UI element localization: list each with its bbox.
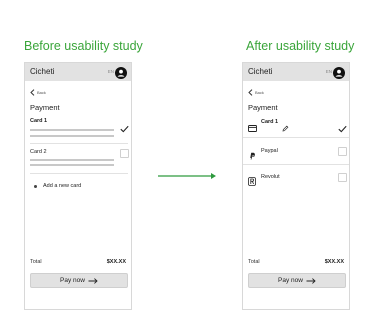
card-1-detail-line: [30, 129, 114, 131]
page-title: Payment: [248, 103, 278, 112]
arrow-right-icon: [88, 277, 98, 284]
revolut-checkbox[interactable]: [338, 173, 347, 182]
account-icon[interactable]: [115, 66, 127, 79]
total-value: $XX.XX: [324, 259, 344, 265]
pay-now-button[interactable]: Pay now: [30, 273, 128, 288]
language-selector[interactable]: EN: [326, 69, 332, 74]
card-1-detail-line: [30, 135, 114, 137]
revolut-icon: [248, 173, 256, 186]
pay-now-button[interactable]: Pay now: [248, 273, 346, 288]
divider: [30, 173, 128, 174]
paypal-checkbox[interactable]: [338, 147, 347, 156]
app-bar: Cicheti EN: [243, 63, 349, 81]
divider: [30, 143, 128, 144]
total-value: $XX.XX: [106, 259, 126, 265]
back-label: Back: [37, 90, 46, 95]
paypal-icon: [248, 147, 256, 160]
back-link[interactable]: Back: [30, 89, 46, 96]
app-title: Cicheti: [248, 67, 273, 76]
chevron-left-icon: [30, 89, 35, 96]
pay-now-label: Pay now: [60, 277, 85, 284]
card-2-detail-line: [30, 164, 114, 166]
before-phone-screen: Cicheti EN Back Payment Card 1 Card 2 Ad…: [24, 62, 132, 310]
transition-arrow-icon: [158, 173, 216, 179]
credit-card-icon: [248, 119, 257, 132]
account-icon[interactable]: [333, 66, 345, 79]
pencil-icon[interactable]: [282, 119, 289, 132]
page-title: Payment: [30, 103, 60, 112]
total-label: Total: [248, 259, 260, 265]
after-phone-screen: Cicheti EN Back Payment Card 1 Paypal Re…: [242, 62, 350, 310]
app-title: Cicheti: [30, 67, 55, 76]
pay-now-label: Pay now: [278, 277, 303, 284]
add-new-card-label: Add a new card: [43, 183, 82, 189]
card-1-label[interactable]: Card 1: [30, 118, 47, 124]
card-1-check-icon[interactable]: [120, 120, 129, 133]
bullet-icon: [34, 184, 37, 188]
after-heading: After usability study: [246, 39, 355, 53]
back-link[interactable]: Back: [248, 89, 264, 96]
total-label: Total: [30, 259, 42, 265]
arrow-right-icon: [306, 277, 316, 284]
card-2-label[interactable]: Card 2: [30, 149, 47, 155]
before-heading: Before usability study: [24, 39, 143, 53]
divider: [243, 164, 349, 165]
card-1-check-icon[interactable]: [338, 120, 347, 133]
add-new-card-button[interactable]: Add a new card: [34, 183, 81, 189]
divider: [243, 137, 349, 138]
card-2-detail-line: [30, 159, 114, 161]
chevron-left-icon: [248, 89, 253, 96]
revolut-label[interactable]: Revolut: [261, 174, 280, 180]
paypal-label[interactable]: Paypal: [261, 148, 278, 154]
back-label: Back: [255, 90, 264, 95]
language-selector[interactable]: EN: [108, 69, 114, 74]
app-bar: Cicheti EN: [25, 63, 131, 81]
card-1-label[interactable]: Card 1: [261, 119, 278, 125]
card-2-checkbox[interactable]: [120, 149, 129, 158]
